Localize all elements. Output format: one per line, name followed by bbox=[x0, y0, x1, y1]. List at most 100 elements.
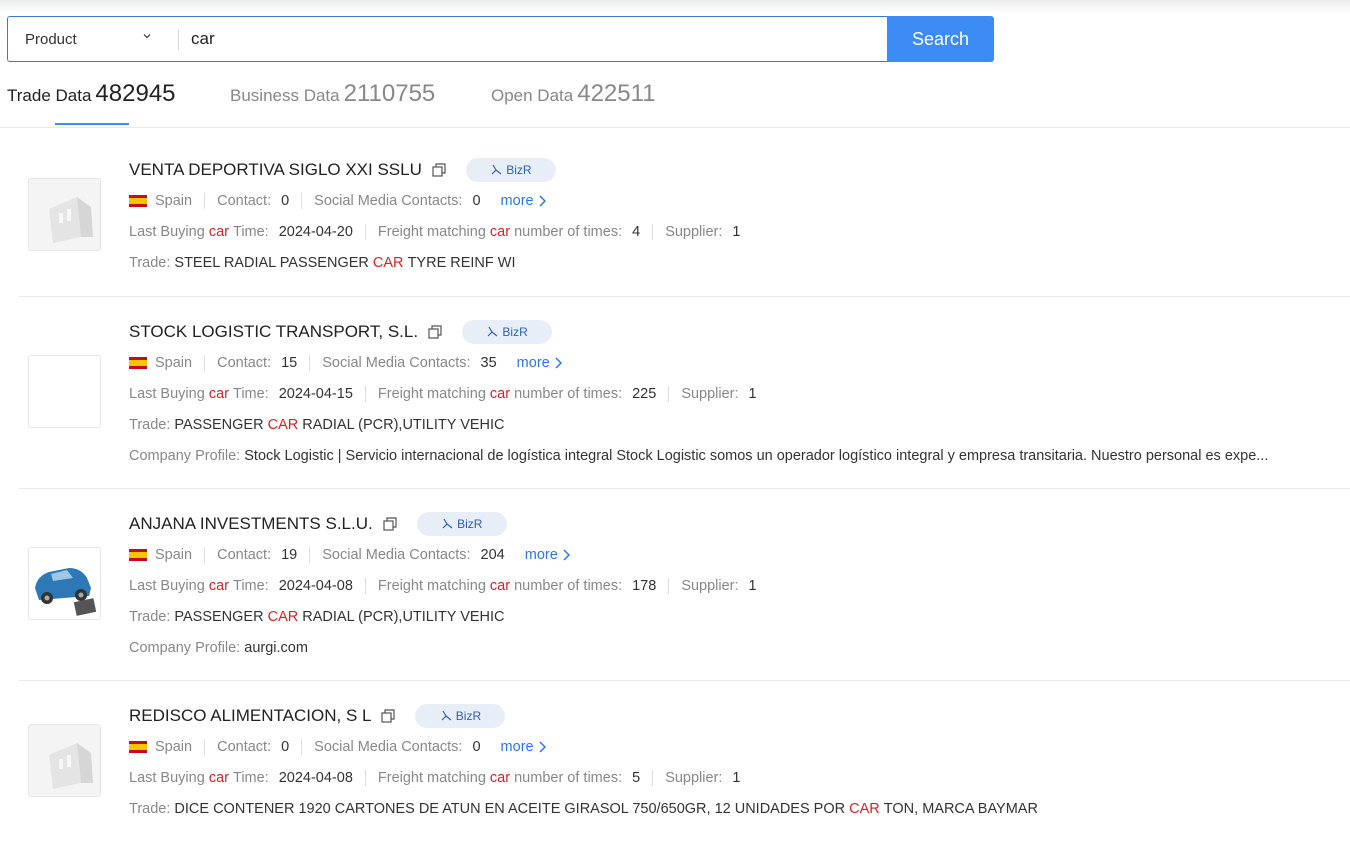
keyword-highlight: car bbox=[489, 770, 511, 786]
profile-row: Company Profile: aurgi.com bbox=[129, 640, 308, 656]
separator bbox=[364, 224, 366, 240]
bizr-label: BizR bbox=[455, 709, 482, 723]
building-icon bbox=[49, 197, 93, 243]
keyword-highlight: car bbox=[489, 386, 511, 402]
last-buying-time: 2024-04-08 bbox=[278, 578, 353, 594]
result-item: VENTA DEPORTIVA SIGLO XXI SSLU BizR Spai… bbox=[19, 128, 1350, 297]
trade-text: PASSENGER bbox=[174, 417, 264, 433]
freight-count: 5 bbox=[632, 770, 641, 786]
last-buying-label-b: Time: bbox=[233, 224, 269, 240]
social-count: 0 bbox=[472, 739, 481, 755]
company-name[interactable]: STOCK LOGISTIC TRANSPORT, S.L. bbox=[129, 322, 418, 342]
keyword-highlight: CAR bbox=[372, 255, 404, 271]
social-count: 204 bbox=[480, 547, 505, 563]
copy-icon[interactable] bbox=[383, 517, 397, 531]
building-icon bbox=[49, 743, 93, 789]
search-type-label: Product bbox=[25, 30, 77, 48]
tab-count: 2110755 bbox=[343, 80, 436, 107]
tab-trade-data[interactable]: Trade Data 482945 bbox=[7, 80, 176, 108]
company-logo-placeholder bbox=[28, 724, 101, 797]
more-link[interactable]: more bbox=[501, 193, 546, 209]
freight-label-b: number of times: bbox=[514, 386, 623, 402]
last-buying-label-b: Time: bbox=[233, 770, 269, 786]
contact-row: Spain Contact: 0 Social Media Contacts: … bbox=[129, 739, 546, 755]
search-header: Product Search Trade Data482945 Business… bbox=[0, 0, 1350, 128]
separator bbox=[364, 386, 366, 402]
separator bbox=[652, 770, 654, 786]
tab-business-data[interactable]: Business Data 2110755 bbox=[230, 80, 435, 108]
supplier-count: 1 bbox=[732, 224, 741, 240]
chevron-right-icon bbox=[539, 741, 546, 753]
more-label: more bbox=[524, 547, 558, 563]
search-button[interactable]: Search bbox=[887, 16, 994, 62]
chevron-right-icon bbox=[563, 549, 570, 561]
company-name[interactable]: VENTA DEPORTIVA SIGLO XXI SSLU bbox=[129, 160, 422, 180]
freight-label-b: number of times: bbox=[514, 578, 623, 594]
contact-row: Spain Contact: 19 Social Media Contacts:… bbox=[129, 547, 570, 563]
separator bbox=[301, 193, 303, 209]
country: Spain bbox=[155, 355, 193, 371]
chevron-down-icon bbox=[143, 34, 151, 39]
copy-icon[interactable] bbox=[432, 163, 446, 177]
profile-row: Company Profile: Stock Logistic | Servic… bbox=[129, 448, 1268, 464]
keyword-highlight: car bbox=[489, 578, 511, 594]
bizr-badge[interactable]: BizR bbox=[416, 512, 507, 536]
more-label: more bbox=[500, 193, 534, 209]
freight-count: 4 bbox=[632, 224, 641, 240]
keyword-highlight: car bbox=[208, 578, 229, 594]
trade-text: RADIAL (PCR),UTILITY VEHIC bbox=[302, 609, 505, 625]
separator bbox=[652, 224, 654, 240]
company-header: STOCK LOGISTIC TRANSPORT, S.L. BizR bbox=[129, 320, 553, 344]
search-type-dropdown[interactable]: Product bbox=[8, 17, 168, 61]
profile-label: Company Profile: bbox=[129, 640, 241, 656]
last-buying-time: 2024-04-08 bbox=[278, 770, 353, 786]
trade-label: Trade: bbox=[129, 255, 171, 271]
tab-count: 422511 bbox=[577, 80, 656, 107]
freight-label-b: number of times: bbox=[514, 224, 623, 240]
tab-open-data[interactable]: Open Data 422511 bbox=[491, 80, 656, 108]
country: Spain bbox=[155, 739, 193, 755]
profile-label: Company Profile: bbox=[129, 448, 241, 464]
contact-row: Spain Contact: 15 Social Media Contacts:… bbox=[129, 355, 562, 371]
separator bbox=[204, 739, 206, 755]
trade-row: Trade: STEEL RADIAL PASSENGER CAR TYRE R… bbox=[129, 255, 516, 271]
contact-label: Contact: bbox=[217, 739, 272, 755]
supplier-label: Supplier: bbox=[681, 578, 739, 594]
more-link[interactable]: more bbox=[501, 739, 546, 755]
company-name[interactable]: REDISCO ALIMENTACION, S L bbox=[129, 706, 371, 726]
company-header: REDISCO ALIMENTACION, S L BizR bbox=[129, 704, 506, 728]
trade-label: Trade: bbox=[129, 609, 171, 625]
tab-count: 482945 bbox=[95, 80, 176, 107]
bizr-badge[interactable]: BizR bbox=[415, 704, 506, 728]
more-link[interactable]: more bbox=[517, 355, 562, 371]
trade-label: Trade: bbox=[129, 801, 171, 817]
more-link[interactable]: more bbox=[525, 547, 570, 563]
freight-label-a: Freight matching bbox=[377, 578, 486, 594]
bizr-badge[interactable]: BizR bbox=[462, 320, 553, 344]
company-logo-placeholder bbox=[28, 178, 101, 251]
search-box: Product bbox=[7, 16, 888, 62]
last-buying-time: 2024-04-20 bbox=[278, 224, 353, 240]
copy-icon[interactable] bbox=[381, 709, 396, 723]
bizr-label: BizR bbox=[502, 325, 528, 339]
contact-count: 0 bbox=[281, 739, 290, 755]
last-buying-label-a: Last Buying bbox=[129, 224, 205, 240]
supplier-count: 1 bbox=[732, 770, 741, 786]
contact-row: Spain Contact: 0 Social Media Contacts: … bbox=[129, 193, 546, 209]
last-buying-label-a: Last Buying bbox=[129, 386, 205, 402]
keyword-highlight: car bbox=[208, 224, 229, 240]
tab-label: Open Data bbox=[491, 86, 574, 105]
freight-count: 225 bbox=[632, 386, 657, 402]
copy-icon[interactable] bbox=[428, 325, 442, 339]
company-name[interactable]: ANJANA INVESTMENTS S.L.U. bbox=[129, 514, 373, 534]
profile-text: Stock Logistic | Servicio internacional … bbox=[244, 448, 1269, 464]
bizr-badge[interactable]: BizR bbox=[465, 158, 556, 182]
separator bbox=[309, 355, 311, 371]
search-input[interactable] bbox=[191, 17, 871, 61]
contact-label: Contact: bbox=[217, 547, 272, 563]
separator bbox=[364, 578, 366, 594]
buying-row: Last Buying car Time: 2024-04-20 Freight… bbox=[129, 224, 741, 240]
company-header: VENTA DEPORTIVA SIGLO XXI SSLU BizR bbox=[129, 158, 556, 182]
trade-text: STEEL RADIAL PASSENGER bbox=[174, 255, 369, 271]
supplier-label: Supplier: bbox=[665, 224, 723, 240]
